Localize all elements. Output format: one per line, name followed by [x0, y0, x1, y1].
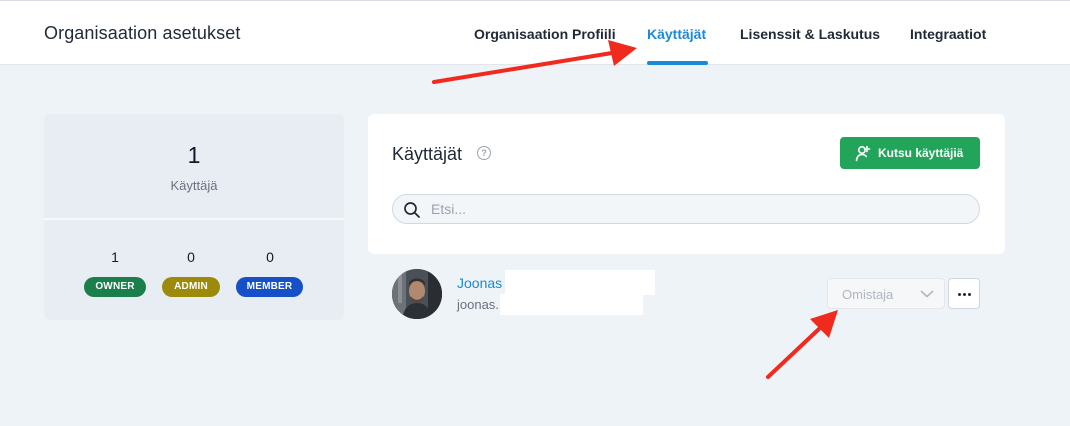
page-title: Organisaation asetukset — [44, 23, 241, 43]
redaction-block — [500, 294, 643, 315]
admin-badge: ADMIN — [162, 277, 220, 297]
member-count: 0 — [266, 249, 274, 265]
more-actions-button[interactable] — [948, 278, 980, 309]
search-box[interactable] — [392, 194, 980, 224]
tab-users[interactable]: Käyttäjät — [647, 26, 706, 42]
role-select-value: Omistaja — [842, 287, 894, 302]
chevron-down-icon — [920, 290, 934, 298]
add-user-icon — [855, 145, 871, 162]
arrow-to-role-select — [766, 326, 822, 379]
member-badge: MEMBER — [236, 277, 303, 297]
users-panel-title: Käyttäjät — [392, 144, 463, 164]
question-circle-icon[interactable]: ? — [477, 146, 491, 160]
owner-badge: OWNER — [84, 277, 146, 297]
search-icon — [404, 202, 420, 218]
tab-organisation-profile[interactable]: Organisaation Profiili — [474, 26, 616, 42]
users-panel: Käyttäjät ? Kutsu käyttäjiä — [368, 114, 1005, 254]
top-header: Organisaation asetukset Organisaation Pr… — [0, 0, 1070, 65]
user-photo — [392, 269, 442, 319]
arrow-to-role-select-head — [810, 310, 838, 338]
user-name[interactable]: Joonas — [457, 275, 502, 291]
more-dots-icon — [958, 293, 973, 296]
search-input[interactable] — [431, 200, 961, 218]
avatar — [392, 269, 442, 319]
active-tab-indicator — [647, 61, 708, 65]
owner-count: 1 — [111, 249, 119, 265]
tab-licenses-billing[interactable]: Lisenssit & Laskutus — [740, 26, 880, 42]
total-users-label: Käyttäjä — [170, 178, 218, 193]
role-select[interactable]: Omistaja — [827, 278, 945, 309]
user-stats-card: 1 Käyttäjä 1 0 0 OWNER ADMIN MEMBER — [44, 114, 344, 320]
redaction-block — [505, 270, 655, 295]
user-email: joonas. — [457, 297, 499, 312]
stats-divider — [44, 218, 344, 220]
total-users-count: 1 — [187, 142, 201, 168]
invite-users-label: Kutsu käyttäjiä — [878, 146, 964, 160]
tab-integrations[interactable]: Integraatiot — [910, 26, 986, 42]
invite-users-button[interactable]: Kutsu käyttäjiä — [840, 137, 980, 169]
admin-count: 0 — [187, 249, 195, 265]
